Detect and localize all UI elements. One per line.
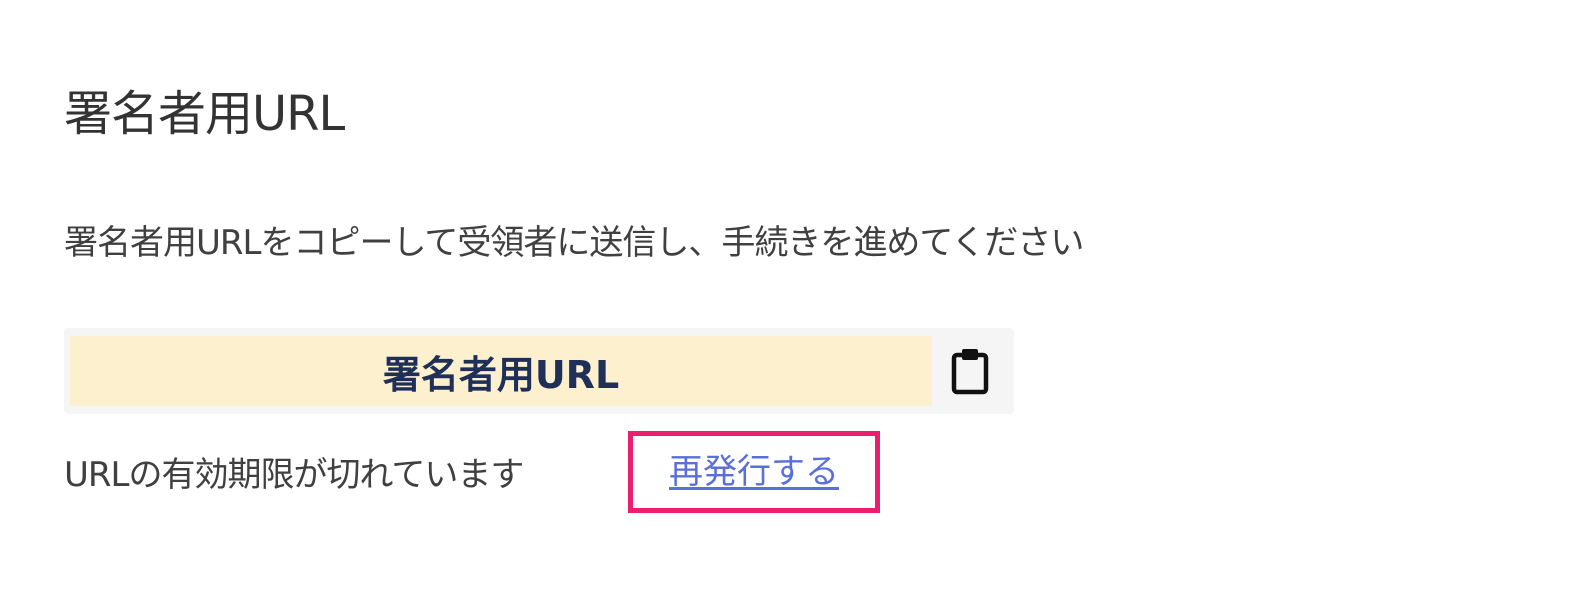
- copy-button[interactable]: [942, 340, 998, 402]
- clipboard-icon: [951, 349, 989, 395]
- reissue-highlight-box: 再発行する: [628, 431, 880, 513]
- instruction-text: 署名者用URLをコピーして受領者に送信し、手続きを進めてください: [64, 223, 1084, 263]
- page-title: 署名者用URL: [64, 86, 345, 142]
- expiry-row: URLの有効期限が切れています: [64, 450, 524, 500]
- expiry-message: URLの有効期限が切れています: [64, 455, 524, 495]
- reissue-link[interactable]: 再発行する: [669, 449, 839, 495]
- signer-url-field[interactable]: 署名者用URL: [70, 336, 932, 406]
- url-copy-container: 署名者用URL: [64, 328, 1014, 414]
